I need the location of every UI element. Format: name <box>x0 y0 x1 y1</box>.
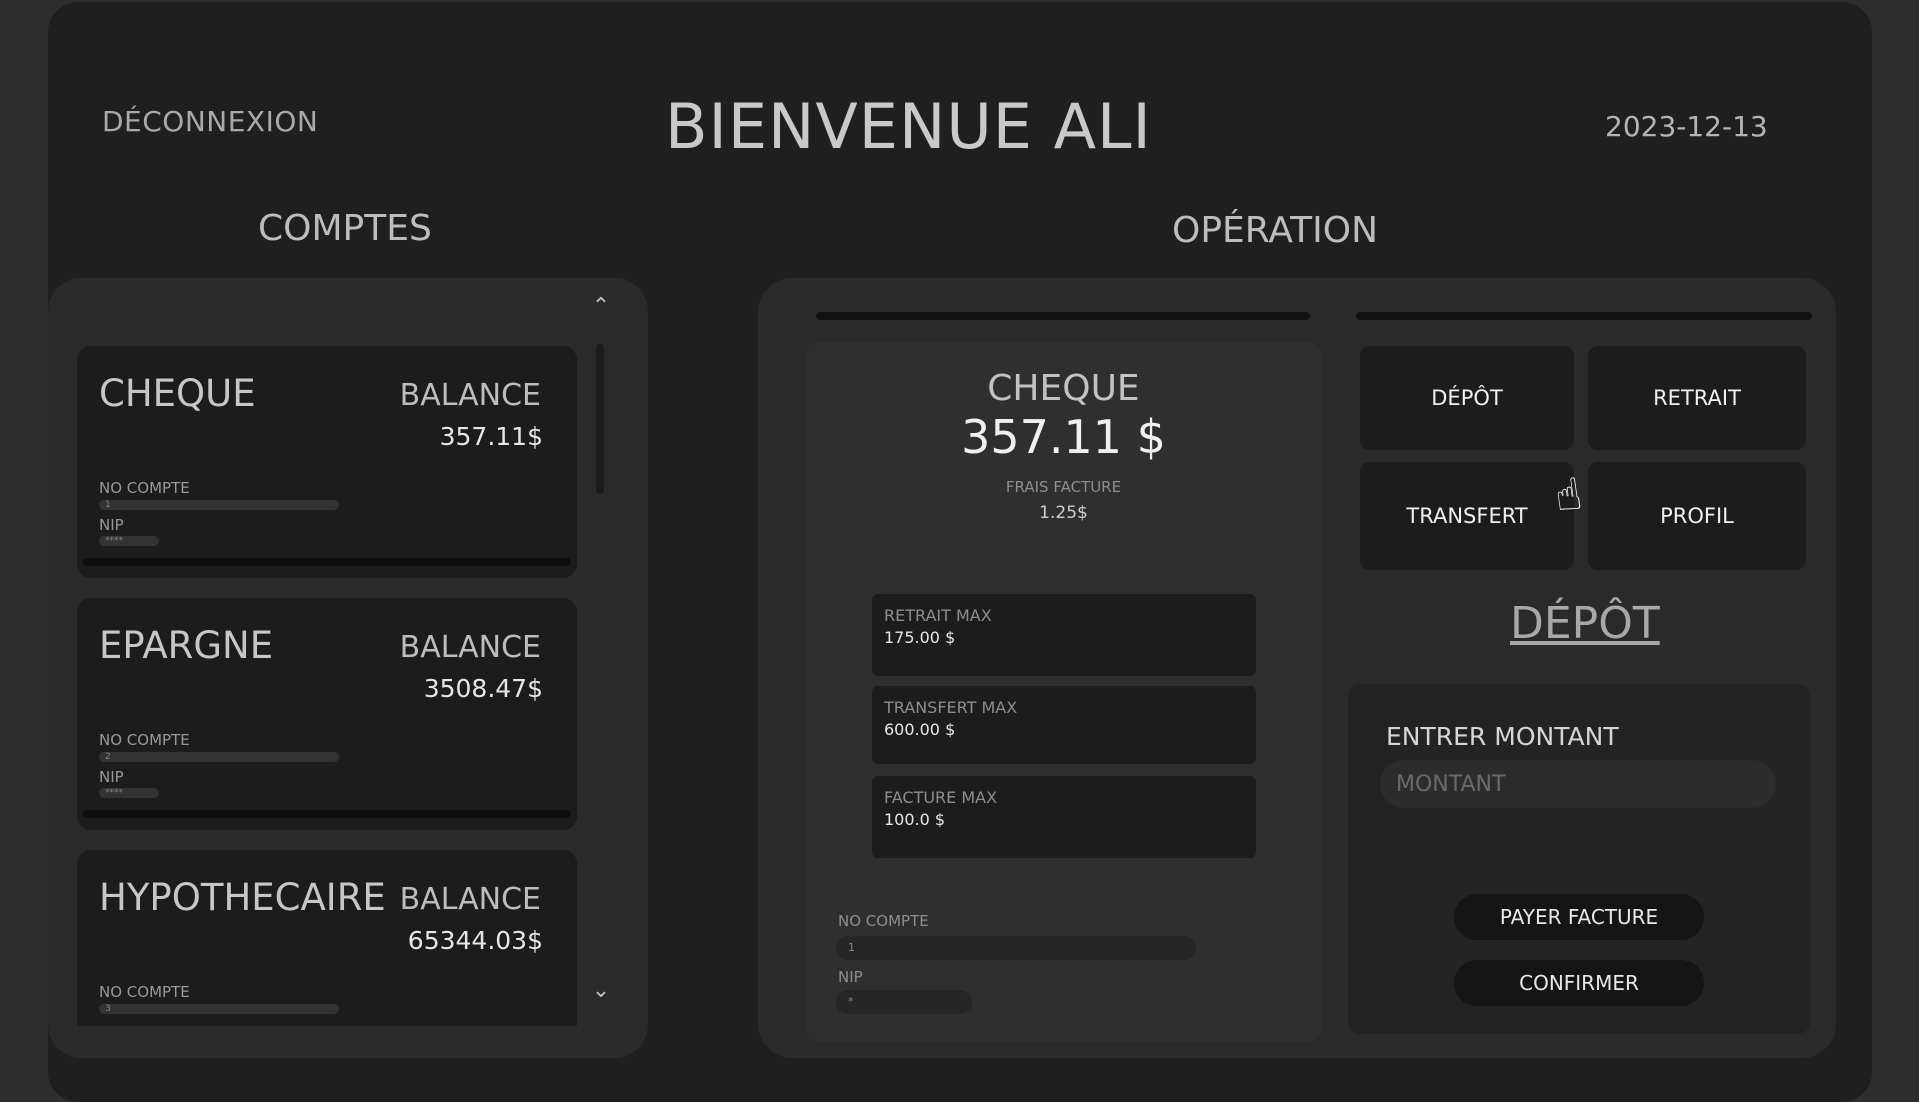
account-name: CHEQUE <box>99 372 256 415</box>
account-card-hypothecaire[interactable]: HYPOTHECAIRE BALANCE 65344.03$ NO COMPTE… <box>77 850 577 1026</box>
account-no-field: 3 <box>99 1004 339 1014</box>
account-no-label: NO COMPTE <box>99 731 190 749</box>
chevron-down-icon[interactable]: ⌄ <box>588 978 614 1004</box>
limit-bill: FACTURE MAX 100.0 $ <box>872 776 1256 858</box>
accounts-heading: COMPTES <box>258 208 432 249</box>
accounts-list: CHEQUE BALANCE 357.11$ NO COMPTE 1 NIP *… <box>77 346 577 1026</box>
account-no-label: NO COMPTE <box>99 479 190 497</box>
nip-field: * <box>836 990 972 1014</box>
scrollbar-thumb[interactable] <box>596 344 604 494</box>
transfer-button[interactable]: TRANSFERT <box>1360 462 1574 570</box>
account-no-field: 2 <box>99 752 339 762</box>
limit-label: RETRAIT MAX <box>884 606 992 625</box>
account-no-field: 1 <box>99 500 339 510</box>
account-name: HYPOTHECAIRE <box>99 876 386 919</box>
selected-account-name: CHEQUE <box>987 368 1140 409</box>
account-detail: CHEQUE 357.11 $ FRAIS FACTURE 1.25$ RETR… <box>806 342 1321 1042</box>
date-label: 2023-12-13 <box>1605 110 1768 143</box>
balance-value: 65344.03$ <box>407 926 543 955</box>
account-no-label: NO COMPTE <box>99 983 190 1001</box>
chevron-up-icon[interactable]: ⌃ <box>588 294 614 320</box>
account-card-epargne[interactable]: EPARGNE BALANCE 3508.47$ NO COMPTE 2 NIP… <box>77 598 577 830</box>
limit-transfer: TRANSFERT MAX 600.00 $ <box>872 686 1256 764</box>
operation-panel: CHEQUE 357.11 $ FRAIS FACTURE 1.25$ RETR… <box>758 278 1836 1058</box>
nip-label: NIP <box>99 516 124 534</box>
limit-withdraw: RETRAIT MAX 175.00 $ <box>872 594 1256 676</box>
divider-left <box>816 312 1310 320</box>
nip-field: **** <box>99 788 159 798</box>
account-no-field: 1 <box>836 936 1196 960</box>
limit-value: 175.00 $ <box>884 628 956 647</box>
fee-value: 1.25$ <box>1039 503 1088 523</box>
limit-value: 100.0 $ <box>884 810 946 829</box>
balance-value: 357.11$ <box>439 422 543 451</box>
balance-value: 3508.47$ <box>423 674 543 703</box>
selected-account-balance: 357.11 $ <box>961 410 1166 464</box>
limit-label: FACTURE MAX <box>884 788 998 807</box>
amount-label: ENTRER MONTANT <box>1386 722 1619 751</box>
accounts-panel: ⌃ ⌄ CHEQUE BALANCE 357.11$ NO COMPTE 1 N… <box>48 278 648 1058</box>
account-divider <box>83 810 571 818</box>
balance-label: BALANCE <box>399 630 541 665</box>
operation-form-title: DÉPÔT <box>1510 598 1660 649</box>
account-no-label: NO COMPTE <box>838 912 929 930</box>
nip-label: NIP <box>838 968 863 986</box>
operation-heading: OPÉRATION <box>1172 210 1379 251</box>
profile-button[interactable]: PROFIL <box>1588 462 1806 570</box>
divider-right <box>1356 312 1812 320</box>
account-name: EPARGNE <box>99 624 274 667</box>
account-divider <box>83 558 571 566</box>
limit-label: TRANSFERT MAX <box>884 698 1018 717</box>
nip-field: **** <box>99 536 159 546</box>
balance-label: BALANCE <box>399 378 541 413</box>
welcome-title: BIENVENUE ALI <box>665 90 1152 163</box>
deposit-form: ENTRER MONTANT PAYER FACTURE CONFIRMER <box>1348 684 1810 1034</box>
nip-label: NIP <box>99 768 124 786</box>
fee-label: FRAIS FACTURE <box>1005 478 1122 496</box>
logout-button[interactable]: DÉCONNEXION <box>102 105 318 138</box>
withdraw-button[interactable]: RETRAIT <box>1588 346 1806 450</box>
confirm-button[interactable]: CONFIRMER <box>1454 960 1704 1006</box>
deposit-button[interactable]: DÉPÔT <box>1360 346 1574 450</box>
balance-label: BALANCE <box>399 882 541 917</box>
amount-input[interactable] <box>1380 760 1776 808</box>
pay-bill-button[interactable]: PAYER FACTURE <box>1454 894 1704 940</box>
limit-value: 600.00 $ <box>884 720 956 739</box>
account-card-cheque[interactable]: CHEQUE BALANCE 357.11$ NO COMPTE 1 NIP *… <box>77 346 577 578</box>
